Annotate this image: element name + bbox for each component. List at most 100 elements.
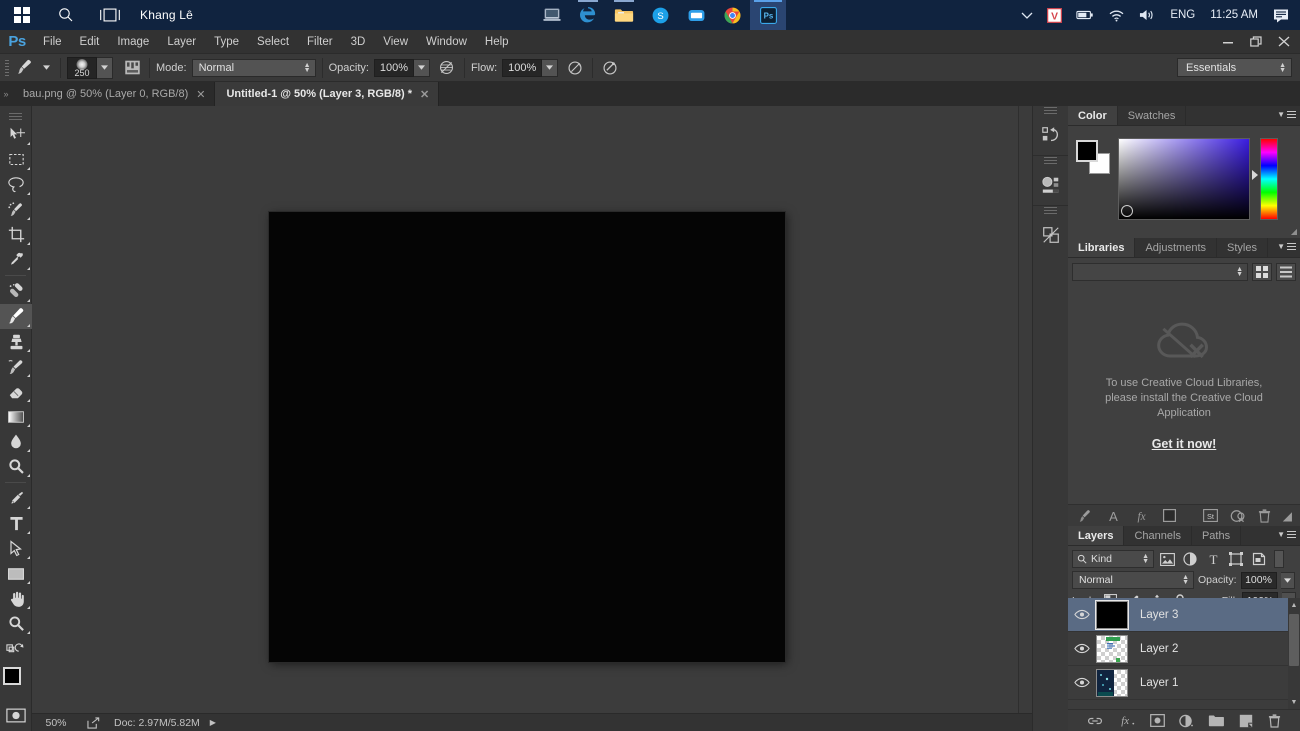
dock-grip[interactable] [1033,156,1068,165]
document-tab-bau[interactable]: bau.png @ 50% (Layer 0, RGB/8) ✕ [12,82,216,106]
new-layer-button[interactable] [1239,714,1253,728]
brush-preset-dropdown[interactable] [97,56,113,79]
menu-type[interactable]: Type [205,30,248,54]
layer-thumbnail[interactable] [1096,668,1128,697]
taskbar-app-photoshop[interactable]: Ps [750,0,786,30]
tool-healing-brush[interactable] [0,279,32,304]
canvas-vertical-scrollbar[interactable] [1018,106,1032,713]
tray-battery[interactable] [1069,0,1101,30]
quick-mask-button[interactable] [0,703,32,728]
filter-adjustment-button[interactable] [1180,550,1200,568]
menu-layer[interactable]: Layer [158,30,205,54]
tool-gradient[interactable] [0,404,32,429]
document-tab-untitled-1[interactable]: Untitled-1 @ 50% (Layer 3, RGB/8) * ✕ [215,82,440,106]
libraries-panel-menu-button[interactable]: ▼ [1277,242,1296,251]
get-it-now-link[interactable]: Get it now! [1152,437,1217,452]
tool-history-brush[interactable] [0,354,32,379]
filter-pixel-button[interactable] [1157,550,1177,568]
layer-thumbnail[interactable] [1095,599,1129,630]
workspace-selector[interactable]: Essentials ▲ ▼ [1177,58,1292,77]
layer-row-layer-3[interactable]: Layer 3 [1068,598,1300,632]
brush-preset-picker[interactable]: 250 [67,56,97,79]
tool-dodge[interactable] [0,454,32,479]
foreground-color-swatch[interactable] [3,667,21,685]
opacity-pressure-button[interactable] [436,57,458,79]
color-panel-swatches[interactable] [1076,140,1110,174]
tab-channels[interactable]: Channels [1124,526,1192,545]
tool-edit-toolbar[interactable] [0,636,32,661]
tool-type[interactable] [0,511,32,536]
tab-libraries[interactable]: Libraries [1068,238,1136,257]
status-menu-arrow[interactable]: ▶ [200,718,216,727]
tray-volume[interactable] [1132,0,1163,30]
layer-visibility-toggle[interactable] [1068,643,1096,654]
filter-shape-button[interactable] [1226,550,1246,568]
layer-style-button[interactable]: fx [1118,714,1136,727]
taskbar-app-messenger[interactable] [678,0,714,30]
start-button[interactable] [0,0,44,30]
dock-button-properties[interactable] [1033,165,1069,205]
flow-input[interactable]: 100% [502,58,543,77]
menu-help[interactable]: Help [476,30,518,54]
tool-hand[interactable] [0,586,32,611]
opacity-input[interactable]: 100% [373,58,414,77]
tray-clock[interactable]: 11:25 AM [1202,9,1266,21]
menu-filter[interactable]: Filter [298,30,342,54]
layer-row-layer-2[interactable]: Layer 2 [1068,632,1300,666]
options-bar-grip[interactable] [2,57,12,79]
scrollbar-thumb[interactable] [1289,614,1299,666]
close-button[interactable] [1270,31,1298,51]
add-character-style-icon[interactable]: A [1107,509,1120,523]
close-icon[interactable]: ✕ [420,88,429,101]
tray-language[interactable]: ENG [1163,0,1202,30]
tab-layers[interactable]: Layers [1068,526,1125,545]
brush-settings-button[interactable] [121,57,143,79]
tab-color[interactable]: Color [1068,106,1118,125]
blend-mode-select[interactable]: Normal ▲ ▼ [191,58,316,77]
tools-panel-grip[interactable] [0,110,31,122]
layer-list-scrollbar[interactable]: ▲ ▼ [1288,598,1300,709]
minimize-button[interactable] [1214,31,1242,51]
tool-pen[interactable] [0,486,32,511]
menu-image[interactable]: Image [108,30,158,54]
layer-thumbnail[interactable] [1096,634,1128,663]
tool-preset-dropdown[interactable] [38,57,54,79]
filter-smart-object-button[interactable] [1249,550,1269,568]
restore-button[interactable] [1242,31,1270,51]
layer-list[interactable]: Layer 3 Layer 2 Layer 1 ▲ ▼ [1068,598,1300,709]
tool-rectangle[interactable] [0,561,32,586]
tool-eyedropper[interactable] [0,247,32,272]
tab-adjustments[interactable]: Adjustments [1135,238,1217,257]
add-content-icon[interactable] [1078,509,1093,523]
tool-quick-selection[interactable] [0,197,32,222]
tool-lasso[interactable] [0,172,32,197]
grid-view-button[interactable] [1252,263,1272,281]
tray-antivirus[interactable]: V [1040,0,1069,30]
canvas-area[interactable]: 50% Doc: 2.97M/5.82M ▶ [32,106,1032,731]
tray-notifications[interactable] [1266,0,1296,30]
color-picker-marker[interactable] [1121,205,1133,217]
delete-icon[interactable] [1258,508,1271,523]
menu-edit[interactable]: Edit [71,30,109,54]
menu-window[interactable]: Window [417,30,476,54]
layer-name[interactable]: Layer 3 [1128,609,1178,621]
tool-path-selection[interactable] [0,536,32,561]
tab-styles[interactable]: Styles [1217,238,1268,257]
search-button[interactable] [44,0,88,30]
foreground-background-colors[interactable] [0,665,32,699]
layer-opacity-input[interactable]: 100% [1240,571,1277,589]
tool-blur[interactable] [0,429,32,454]
list-view-button[interactable] [1276,263,1296,281]
taskbar-app-chrome[interactable] [714,0,750,30]
new-group-button[interactable] [1208,714,1225,727]
share-button[interactable] [80,716,106,729]
layer-name[interactable]: Layer 2 [1128,643,1178,655]
active-tool-preview[interactable] [12,57,38,79]
delete-layer-button[interactable] [1268,713,1281,728]
layer-visibility-toggle[interactable] [1068,677,1096,688]
unlink-icon[interactable] [1230,509,1246,523]
dock-grip[interactable] [1033,106,1068,115]
taskbar-app-skype[interactable]: S [642,0,678,30]
flow-dropdown[interactable] [542,58,559,77]
color-panel-menu-button[interactable]: ▼ [1277,110,1296,119]
